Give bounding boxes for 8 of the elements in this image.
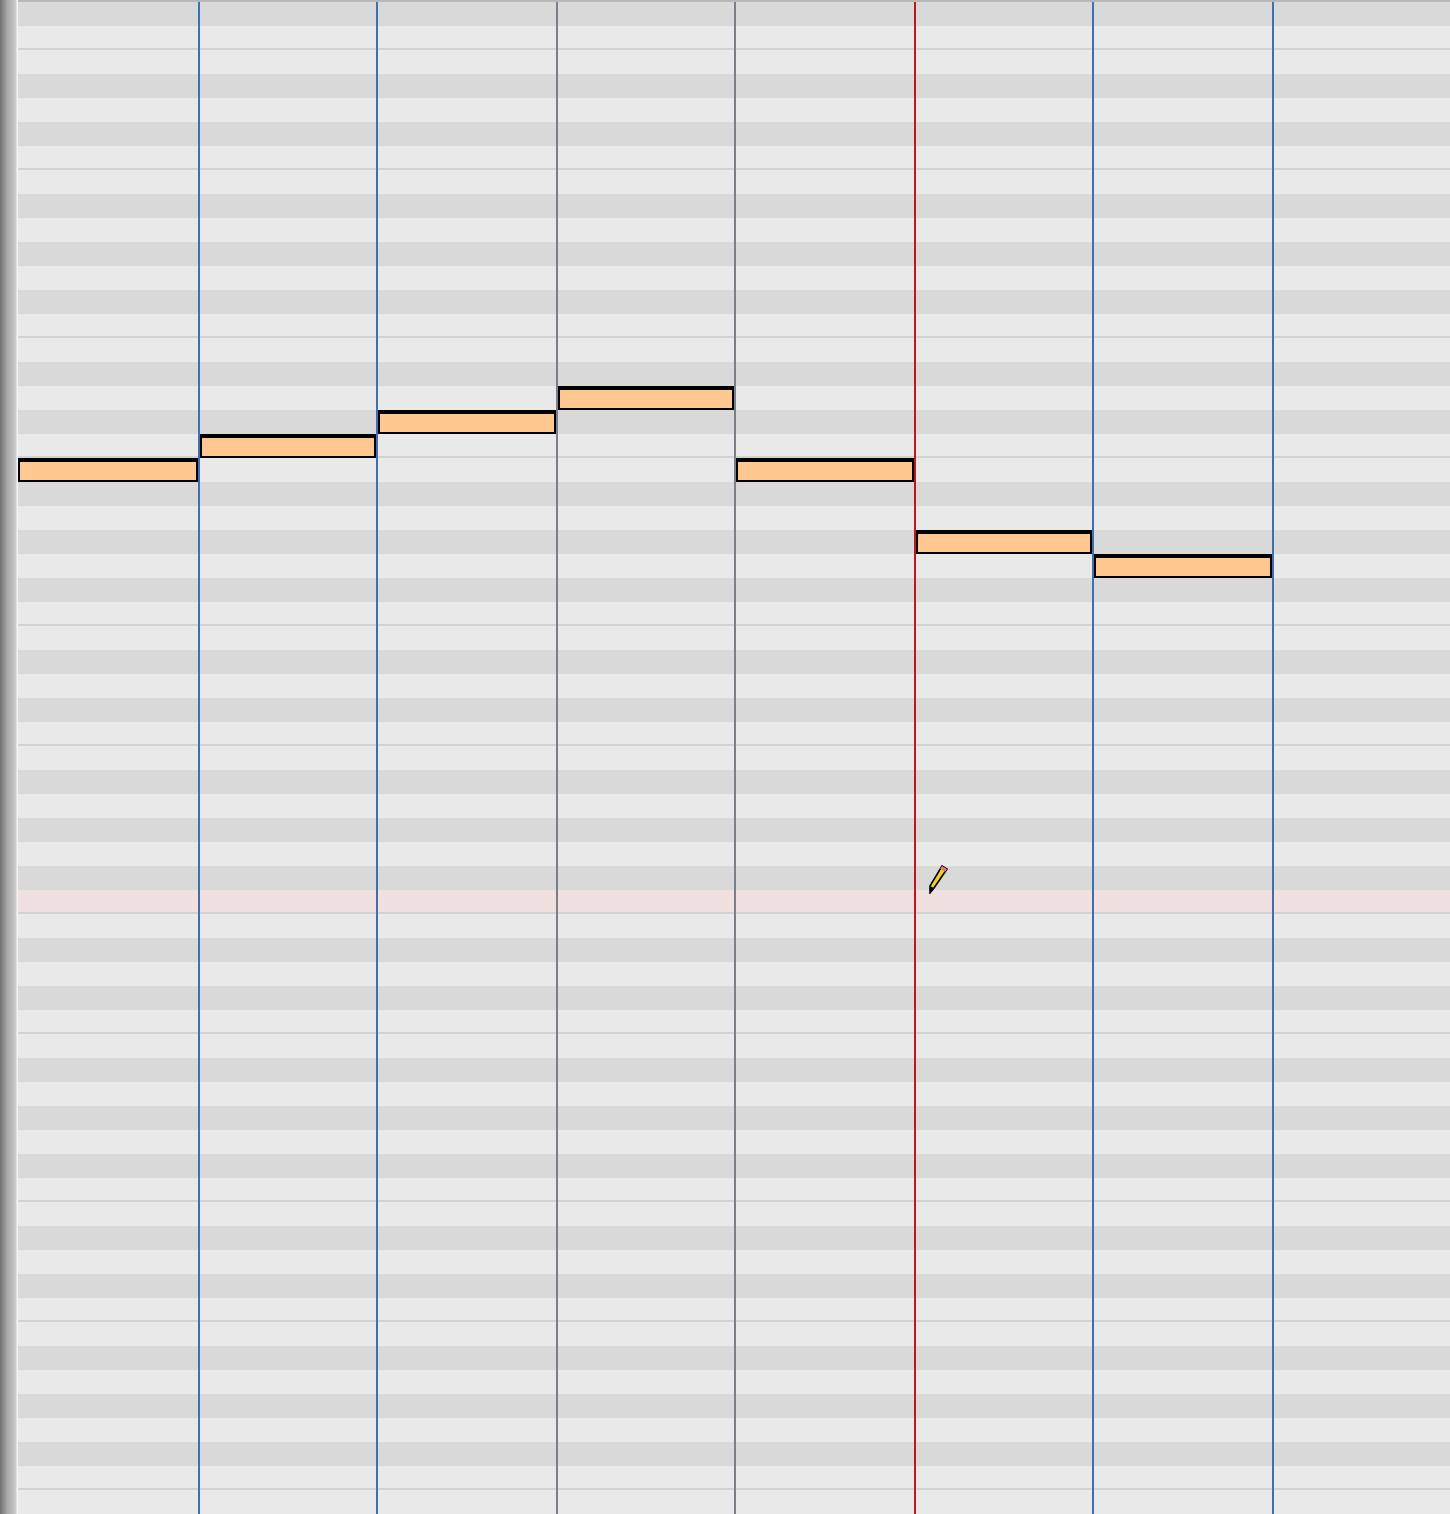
playhead-line[interactable] <box>913 2 915 1514</box>
note[interactable] <box>1094 554 1271 578</box>
note[interactable] <box>915 530 1092 554</box>
note[interactable] <box>18 458 197 482</box>
note[interactable] <box>378 410 555 434</box>
note[interactable] <box>557 386 734 410</box>
note[interactable] <box>199 434 376 458</box>
note[interactable] <box>736 458 913 482</box>
